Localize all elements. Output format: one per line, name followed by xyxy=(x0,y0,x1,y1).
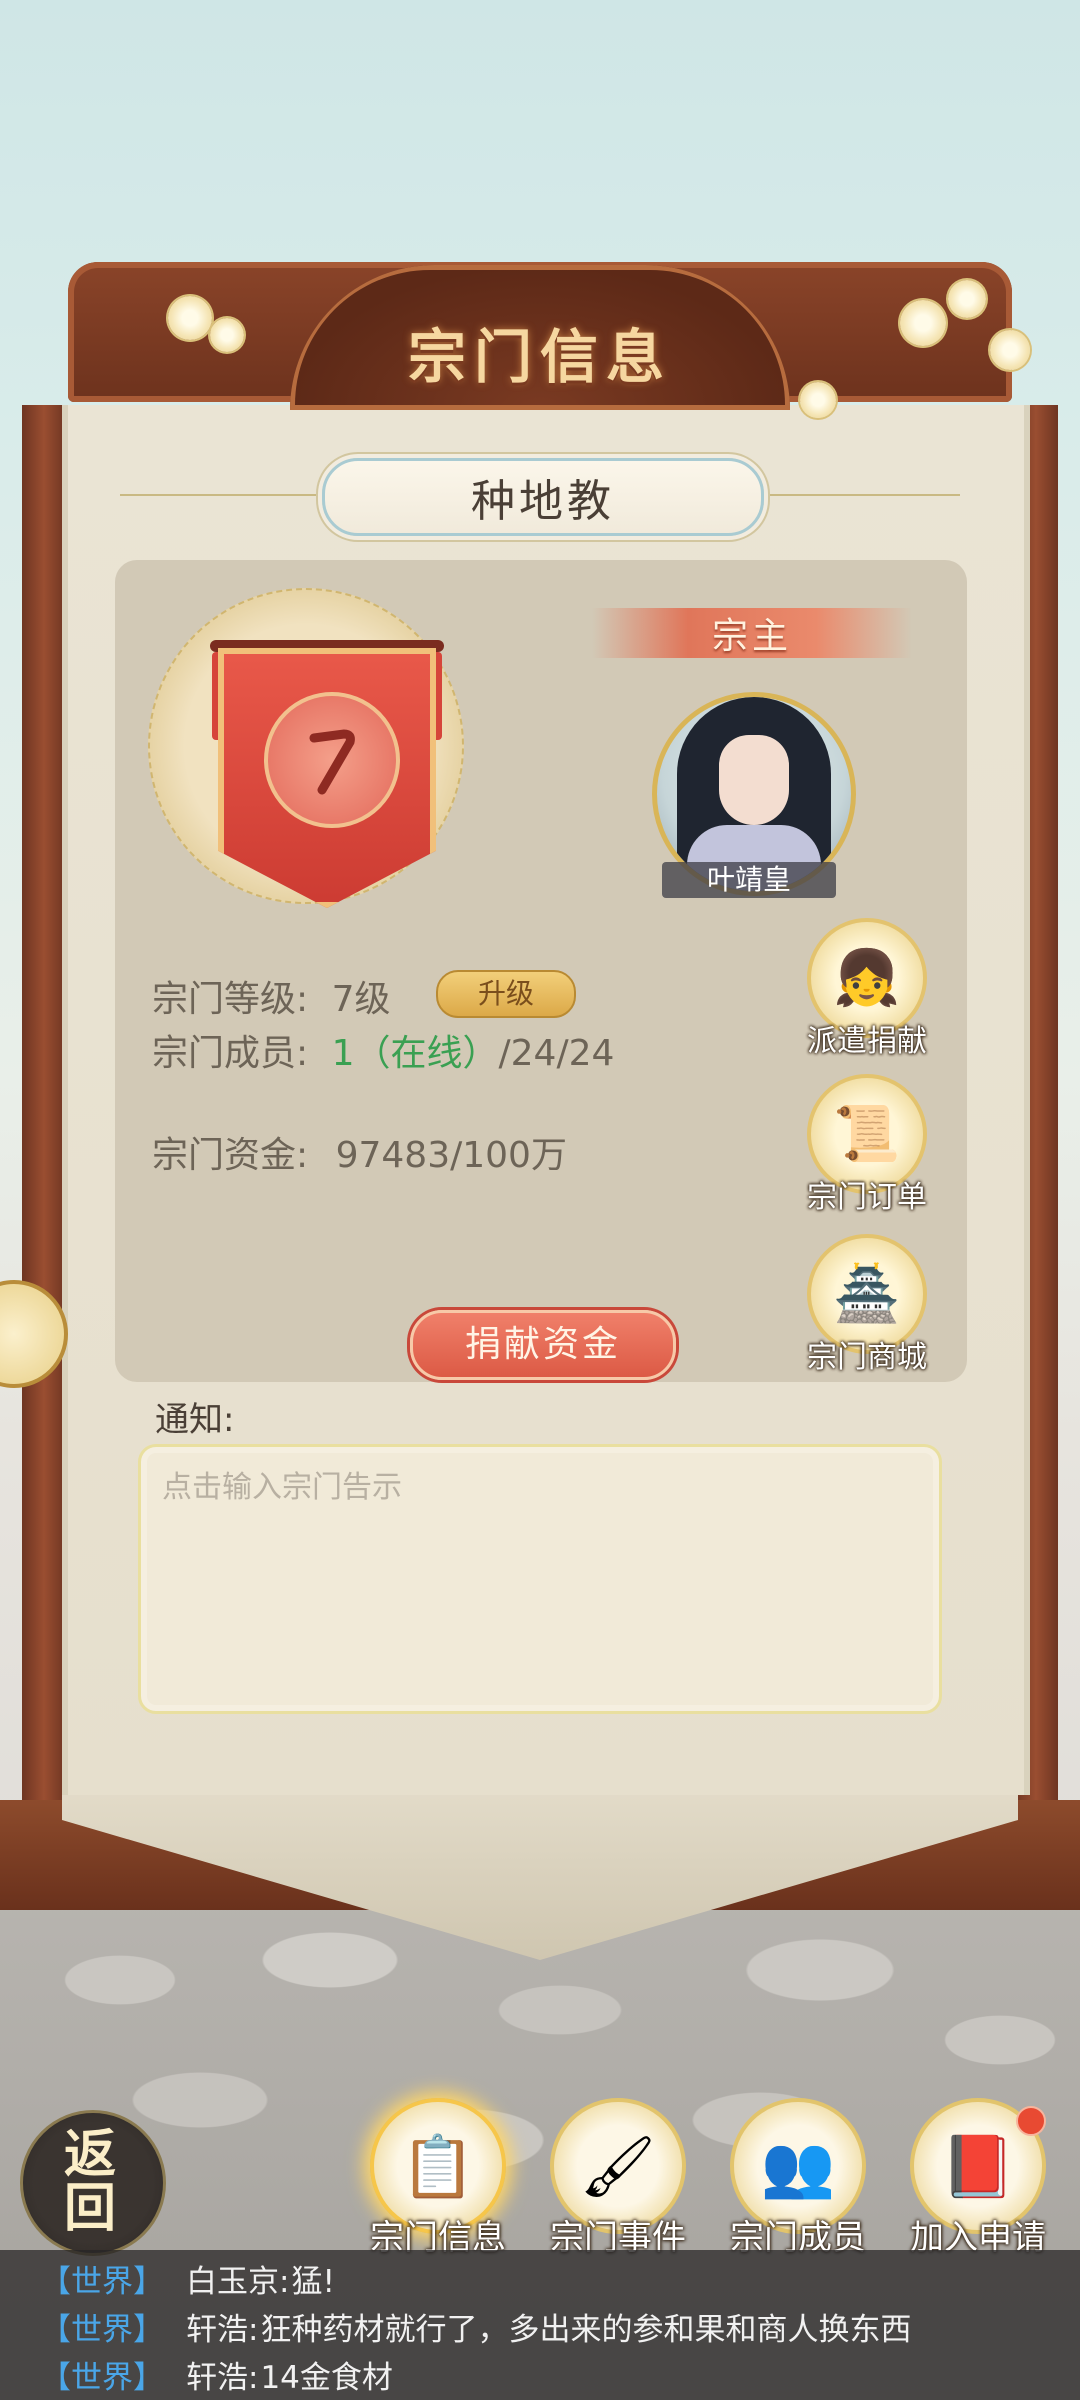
sect-orders-label: 宗门订单 xyxy=(807,1180,927,1215)
blossom-icon xyxy=(210,318,244,352)
sect-members-row: 宗门成员: 1（在线）/24/24 xyxy=(152,1024,614,1076)
avatar-face xyxy=(719,735,789,825)
hoe-icon xyxy=(264,692,400,828)
chat-message: 【世界】 轩浩:狂种药材就行了，多出来的参和果和商人换东西 xyxy=(40,2304,911,2349)
sect-level-row: 宗门等级: 7级 xyxy=(152,970,391,1022)
sect-funds-value: 97483/100万 xyxy=(335,1135,567,1176)
chat-sender: 白玉京: xyxy=(186,2264,290,2300)
donate-funds-button[interactable]: 捐献资金 xyxy=(410,1310,676,1380)
sect-name: 种地教 xyxy=(471,476,615,527)
chat-channel: 【世界】 xyxy=(40,2264,164,2300)
left-pillar xyxy=(22,405,66,1805)
page-title: 宗门信息 xyxy=(407,323,672,391)
blossom-icon xyxy=(990,330,1030,370)
plate-ornament-left xyxy=(120,494,320,496)
tab-join-requests[interactable]: 📕 加入申请 xyxy=(898,2098,1058,2259)
sect-level-label: 宗门等级: xyxy=(152,979,309,1020)
tab-sect-info[interactable]: 📋 宗门信息 xyxy=(358,2098,518,2259)
chat-sender: 轩浩: xyxy=(186,2312,259,2348)
leader-name: 叶靖皇 xyxy=(662,862,836,898)
members-total-count: /24/24 xyxy=(498,1033,615,1074)
world-chat-panel[interactable]: 【世界】 白玉京:猛! 【世界】 轩浩:狂种药材就行了，多出来的参和果和商人换东西 … xyxy=(0,2250,1080,2400)
leader-role-label: 宗主 xyxy=(711,616,792,657)
chat-text: 14金食材 xyxy=(260,2360,393,2396)
sect-shop-button[interactable]: 🏯 宗门商城 xyxy=(802,1234,932,1376)
blossom-icon xyxy=(948,280,986,318)
chat-sender: 轩浩: xyxy=(186,2360,259,2396)
plate-ornament-right xyxy=(760,494,960,496)
sect-shop-label: 宗门商城 xyxy=(807,1340,927,1375)
chat-message: 【世界】 轩浩:14金食材 xyxy=(40,2352,393,2397)
chat-message: 【世界】 白玉京:猛! xyxy=(40,2256,335,2301)
back-label: 返回 xyxy=(63,2124,116,2239)
blossom-icon xyxy=(168,296,212,340)
chat-channel: 【世界】 xyxy=(40,2360,164,2396)
notice-input[interactable] xyxy=(160,1466,914,1508)
upgrade-button[interactable]: 升级 xyxy=(436,970,576,1018)
chat-text: 狂种药材就行了，多出来的参和果和商人换东西 xyxy=(260,2312,912,2348)
blossom-icon xyxy=(900,300,946,346)
dispatch-donate-label: 派遣捐献 xyxy=(807,1024,927,1059)
sect-name-plate: 种地教 xyxy=(322,458,764,536)
chat-channel: 【世界】 xyxy=(40,2312,164,2348)
sect-funds-row: 宗门资金: 97483/100万 xyxy=(152,1126,567,1178)
dispatch-donate-button[interactable]: 👧 派遣捐献 xyxy=(802,918,932,1060)
sect-funds-label: 宗门资金: xyxy=(152,1135,309,1176)
tab-sect-events[interactable]: 🖌 宗门事件 xyxy=(538,2098,698,2259)
sect-members-label: 宗门成员: xyxy=(152,1033,309,1074)
notification-badge xyxy=(1016,2106,1046,2136)
leader-ribbon: 宗主 xyxy=(592,608,912,658)
blossom-icon xyxy=(800,382,836,418)
tab-sect-members[interactable]: 👥 宗门成员 xyxy=(718,2098,878,2259)
members-online-count: 1（在线） xyxy=(331,1033,499,1074)
chat-text: 猛! xyxy=(291,2264,335,2300)
sect-orders-button[interactable]: 📜 宗门订单 xyxy=(802,1074,932,1216)
sect-level-value: 7级 xyxy=(331,979,391,1020)
notice-label: 通知: xyxy=(155,1400,235,1440)
